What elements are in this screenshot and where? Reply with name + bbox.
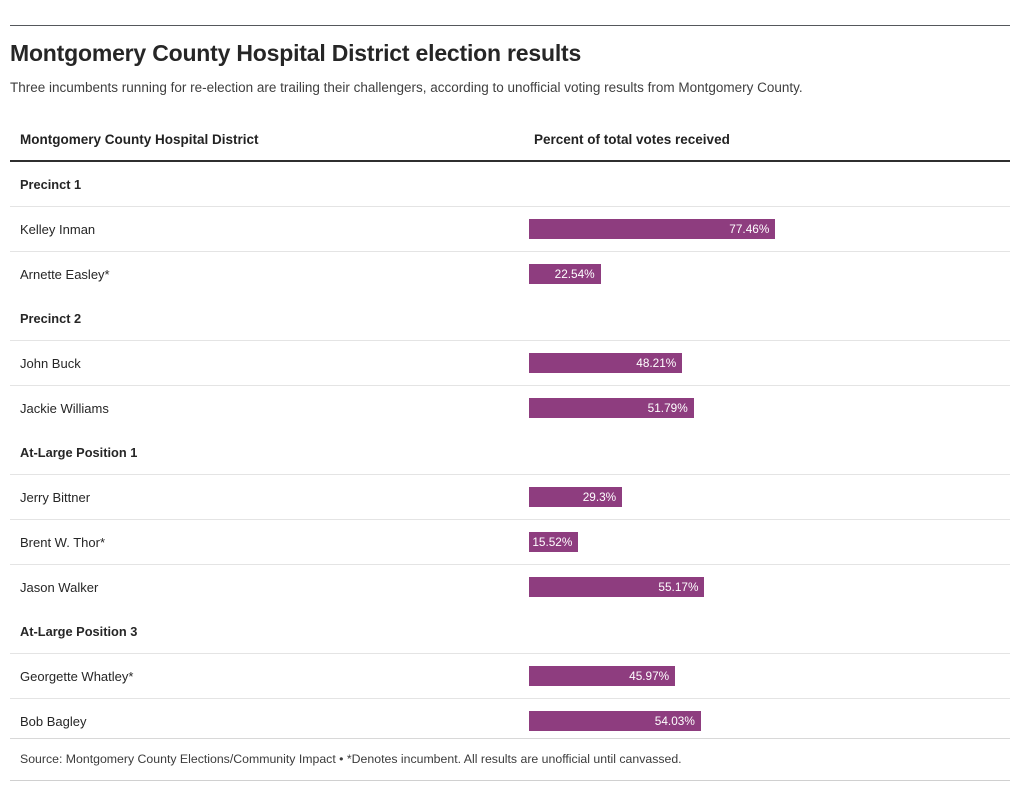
vote-bar: 15.52% (529, 532, 579, 552)
vote-bar: 45.97% (529, 666, 676, 686)
vote-bar-cell: 54.03% (529, 698, 1010, 743)
header-block: Montgomery County Hospital District elec… (10, 38, 1010, 97)
vote-bar-cell: 55.17% (529, 564, 1010, 609)
candidate-name: Brent W. Thor* (10, 519, 529, 565)
table-group-row: Precinct 1 (10, 161, 1010, 207)
table-row: Brent W. Thor* 15.52% (10, 519, 1010, 565)
group-label: Precinct 2 (20, 310, 82, 326)
vote-bar-cell: 22.54% (529, 251, 1010, 296)
vote-bar-label: 54.03% (654, 714, 695, 728)
bar-track: 55.17% (529, 577, 1010, 597)
bar-track: 22.54% (529, 264, 1010, 284)
vote-bar-label: 45.97% (629, 669, 670, 683)
vote-bar-label: 55.17% (658, 580, 699, 594)
vote-bar: 55.17% (529, 577, 705, 597)
bar-track: 51.79% (529, 398, 1010, 418)
table-group-row: At-Large Position 3 (10, 609, 1010, 654)
source-note: Source: Montgomery County Elections/Comm… (20, 752, 682, 766)
candidate-name: Georgette Whatley* (10, 653, 529, 699)
bar-track: 48.21% (529, 353, 1010, 373)
vote-bar: 77.46% (529, 219, 776, 239)
candidate-name: Kelley Inman (10, 206, 529, 252)
vote-bar-label: 15.52% (532, 535, 573, 549)
candidate-name: Jerry Bittner (10, 474, 529, 520)
vote-bar-cell: 15.52% (529, 519, 1010, 565)
results-table-wrapper: Montgomery County Hospital District Perc… (10, 118, 1010, 743)
vote-bar-label: 29.3% (582, 490, 617, 504)
footer-bottom-divider (10, 780, 1010, 781)
bar-track: 54.03% (529, 711, 1010, 731)
candidate-name: Bob Bagley (10, 698, 529, 743)
results-table: Montgomery County Hospital District Perc… (10, 118, 1010, 743)
vote-bar: 22.54% (529, 264, 601, 284)
table-row: Bob Bagley 54.03% (10, 698, 1010, 743)
table-group-row: At-Large Position 1 (10, 430, 1010, 475)
bar-track: 77.46% (529, 219, 1010, 239)
top-divider (10, 25, 1010, 26)
column-header-district: Montgomery County Hospital District (10, 118, 529, 162)
table-head: Montgomery County Hospital District Perc… (10, 118, 1010, 162)
table-row: Georgette Whatley* 45.97% (10, 653, 1010, 699)
footer-block: Source: Montgomery County Elections/Comm… (10, 738, 1010, 767)
vote-bar-cell: 29.3% (529, 474, 1010, 520)
vote-bar-label: 77.46% (729, 222, 770, 236)
group-label: At-Large Position 3 (20, 623, 138, 639)
vote-bar: 48.21% (529, 353, 683, 373)
candidate-name: John Buck (10, 340, 529, 386)
table-header-row: Montgomery County Hospital District Perc… (10, 118, 1010, 162)
vote-bar-cell: 77.46% (529, 206, 1010, 252)
vote-bar-label: 48.21% (636, 356, 677, 370)
vote-bar: 51.79% (529, 398, 694, 418)
page-title: Montgomery County Hospital District elec… (10, 40, 582, 66)
page-subtitle: Three incumbents running for re-election… (10, 80, 803, 95)
vote-bar-cell: 51.79% (529, 385, 1010, 430)
bar-track: 15.52% (529, 532, 1010, 552)
table-row: Kelley Inman 77.46% (10, 206, 1010, 252)
results-graphic: Montgomery County Hospital District elec… (0, 0, 1020, 806)
vote-bar-label: 51.79% (647, 401, 688, 415)
candidate-name: Jackie Williams (10, 385, 529, 430)
vote-bar-cell: 48.21% (529, 340, 1010, 386)
vote-bar: 29.3% (529, 487, 623, 507)
vote-bar-cell: 45.97% (529, 653, 1010, 699)
table-row: John Buck 48.21% (10, 340, 1010, 386)
column-header-percent: Percent of total votes received (529, 118, 1010, 162)
bar-track: 45.97% (529, 666, 1010, 686)
table-row: Jackie Williams 51.79% (10, 385, 1010, 430)
group-label: At-Large Position 1 (20, 444, 138, 460)
bar-track: 29.3% (529, 487, 1010, 507)
table-group-row: Precinct 2 (10, 296, 1010, 341)
candidate-name: Arnette Easley* (10, 251, 529, 296)
candidate-name: Jason Walker (10, 564, 529, 609)
table-body: Precinct 1 Kelley Inman 77.46% Arnette Easl… (10, 161, 1010, 743)
group-label: Precinct 1 (20, 176, 82, 192)
vote-bar-label: 22.54% (554, 267, 595, 281)
table-row: Jerry Bittner 29.3% (10, 474, 1010, 520)
vote-bar: 54.03% (529, 711, 701, 731)
table-row: Jason Walker 55.17% (10, 564, 1010, 609)
table-row: Arnette Easley* 22.54% (10, 251, 1010, 296)
